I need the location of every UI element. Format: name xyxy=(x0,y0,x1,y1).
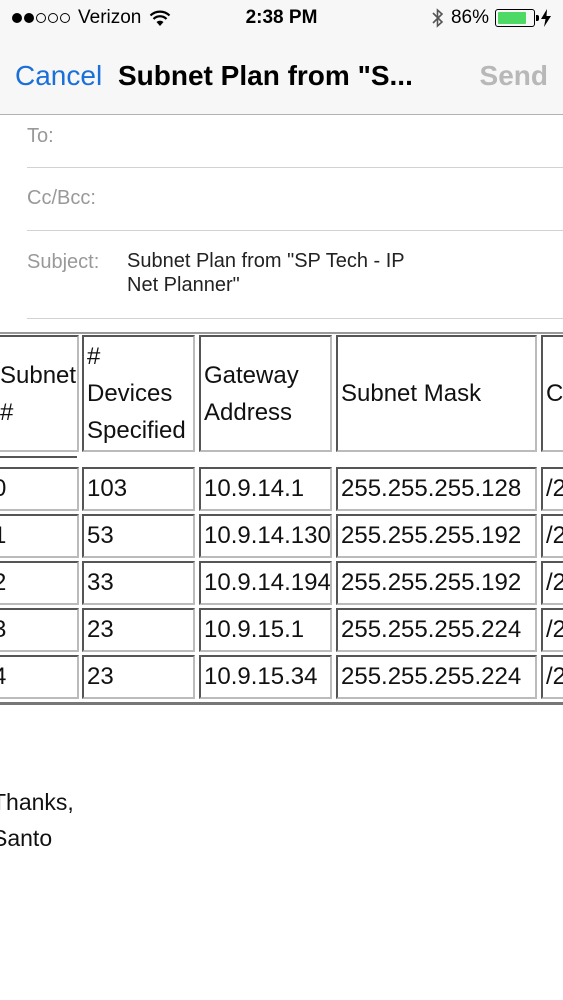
subject-line-2: Net Planner" xyxy=(127,274,240,296)
table-cell: 255.255.255.192 xyxy=(336,561,537,605)
table-cell: 23 xyxy=(82,608,195,652)
signoff-line-1: Thanks, xyxy=(0,789,74,815)
header-line: Gateway xyxy=(204,361,299,389)
table-cell: /2 xyxy=(541,655,563,699)
mail-compose-screen: Verizon 2:38 PM 86% Cancel Subnet Plan f… xyxy=(0,0,563,1000)
header-line: C xyxy=(546,380,563,407)
cancel-button[interactable]: Cancel xyxy=(15,60,102,92)
status-bar: Verizon 2:38 PM 86% xyxy=(0,0,563,38)
signoff-line-2: Santo xyxy=(0,825,53,851)
to-label: To: xyxy=(27,125,54,147)
table-cell: 53 xyxy=(82,514,195,558)
table-cell: /2 xyxy=(541,608,563,652)
table-cell: 4 xyxy=(0,655,79,699)
header-line: # xyxy=(87,343,101,370)
header-text: Subnet Mask xyxy=(341,375,481,412)
table-cell: /2 xyxy=(541,514,563,558)
table-cell: 255.255.255.224 xyxy=(336,655,537,699)
table-cell: 255.255.255.128 xyxy=(336,467,537,511)
table-cell: 33 xyxy=(82,561,195,605)
nav-bar: Cancel Subnet Plan from "S... Send xyxy=(0,38,563,115)
table-cell: 2 xyxy=(0,561,79,605)
table-cell: 103 xyxy=(82,467,195,511)
table-header-cell: Gateway Address xyxy=(199,335,332,452)
message-body[interactable]: Thanks, Santo xyxy=(0,784,74,856)
header-line: Specified xyxy=(87,417,186,444)
header-line: Subnet xyxy=(0,361,77,389)
table-cell: 0 xyxy=(0,467,79,511)
table-cell: 10.9.14.1 xyxy=(199,467,332,511)
to-field[interactable]: To: xyxy=(27,115,563,168)
table-header-cell: # Devices Specified xyxy=(82,335,195,452)
table-cell: 10.9.15.1 xyxy=(199,608,332,652)
table-cell: 3 xyxy=(0,608,79,652)
battery-icon xyxy=(495,9,539,27)
bluetooth-icon xyxy=(432,8,444,28)
header-underline xyxy=(0,456,77,458)
table-header-cell: C xyxy=(541,335,563,452)
battery-fill xyxy=(498,12,526,24)
table-cell: 10.9.14.194 xyxy=(199,561,332,605)
header-line: Devices xyxy=(87,380,173,407)
header-text: Gateway Address xyxy=(204,357,299,431)
nav-title: Subnet Plan from "S... xyxy=(118,60,413,91)
status-right: 86% xyxy=(431,7,551,29)
header-text: Subnet # xyxy=(0,357,76,431)
table-header-cell: Subnet # xyxy=(0,335,79,452)
header-text: # Devices Specified xyxy=(87,338,186,449)
header-line: # xyxy=(0,398,14,426)
table-cell: 1 xyxy=(0,514,79,558)
charging-bolt-icon xyxy=(541,9,551,27)
table-cell: 10.9.15.34 xyxy=(199,655,332,699)
subject-value[interactable]: Subnet Plan from "SP Tech - IP Net Plann… xyxy=(127,249,467,297)
table-cell: 255.255.255.224 xyxy=(336,608,537,652)
cc-bcc-label: Cc/Bcc: xyxy=(27,187,96,209)
header-line: Subnet Mask xyxy=(341,380,482,407)
table-cell: 255.255.255.192 xyxy=(336,514,537,558)
table-top-border xyxy=(0,332,563,334)
table-cell: 23 xyxy=(82,655,195,699)
battery-percent: 86% xyxy=(450,7,489,28)
cc-bcc-field[interactable]: Cc/Bcc: xyxy=(27,167,563,231)
table-bottom-border xyxy=(0,702,563,705)
header-text: C xyxy=(546,375,563,412)
subject-label: Subject: xyxy=(27,251,100,273)
table-cell: 10.9.14.130 xyxy=(199,514,332,558)
table-cell: /2 xyxy=(541,467,563,511)
table-cell: /2 xyxy=(541,561,563,605)
subject-field[interactable]: Subject: Subnet Plan from "SP Tech - IP … xyxy=(27,230,563,319)
subject-line-1: Subnet Plan from "SP Tech - IP xyxy=(127,250,405,272)
header-line: Address xyxy=(204,398,293,426)
send-button[interactable]: Send xyxy=(480,60,548,92)
table-header-cell: Subnet Mask xyxy=(336,335,537,452)
